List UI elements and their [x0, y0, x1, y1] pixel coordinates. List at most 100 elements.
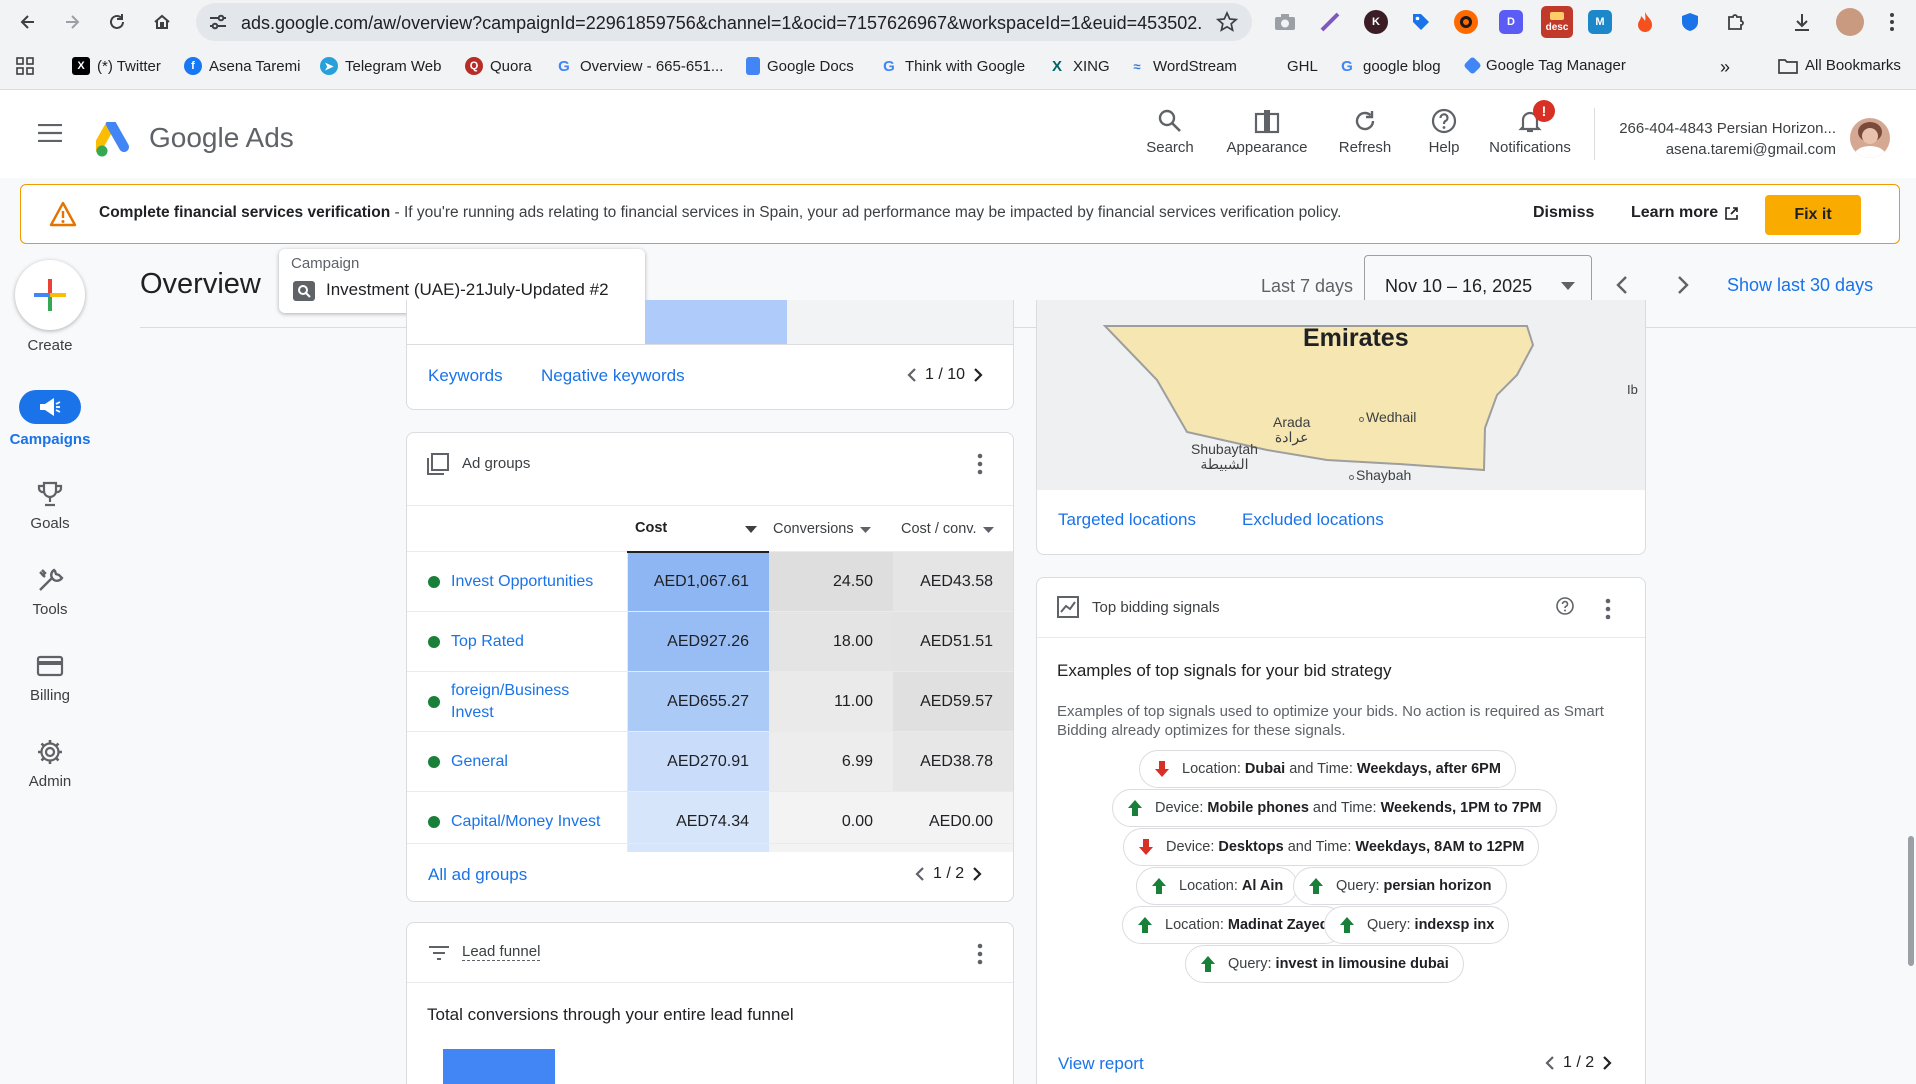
- bookmark-label: Overview - 665-651...: [580, 57, 724, 75]
- bookmark-overview[interactable]: G Overview - 665-651...: [555, 57, 723, 75]
- more-bookmarks-icon[interactable]: »: [1720, 57, 1730, 78]
- ad-group-name-link[interactable]: General: [451, 751, 601, 773]
- more-options-icon[interactable]: [1605, 598, 1611, 620]
- ad-group-name-link[interactable]: Top Rated: [451, 631, 601, 653]
- avatar[interactable]: [1850, 118, 1890, 158]
- nav-billing[interactable]: Billing: [0, 652, 100, 704]
- bidding-description: Examples of top signals used to optimize…: [1057, 703, 1604, 739]
- bookmark-think-with-google[interactable]: G Think with Google: [880, 57, 1025, 75]
- previous-period-icon[interactable]: [1612, 274, 1634, 296]
- bidding-signal-chip[interactable]: Location: Dubai and Time: Weekdays, afte…: [1139, 750, 1516, 788]
- help-icon[interactable]: [1555, 596, 1575, 616]
- ad-group-name-link[interactable]: Invest Opportunities: [451, 571, 601, 593]
- bookmark-telegram[interactable]: ➤ Telegram Web: [320, 57, 441, 75]
- learn-more-link[interactable]: Learn more: [1631, 204, 1739, 222]
- chevron-left-icon[interactable]: [907, 367, 917, 383]
- more-options-icon[interactable]: [977, 453, 983, 475]
- profile-avatar[interactable]: [1836, 8, 1864, 36]
- chevron-right-icon[interactable]: [972, 866, 982, 882]
- all-bookmarks[interactable]: All Bookmarks: [1778, 57, 1901, 74]
- fix-it-button[interactable]: Fix it: [1765, 195, 1861, 235]
- account-switcher[interactable]: 266-404-4843 Persian Horizon... asena.ta…: [1606, 120, 1836, 158]
- url-text[interactable]: ads.google.com/aw/overview?campaignId=22…: [241, 13, 1201, 34]
- back-icon[interactable]: [12, 6, 44, 38]
- bookmark-xing[interactable]: X XING: [1048, 57, 1110, 75]
- home-icon[interactable]: [146, 6, 178, 38]
- ad-group-name-link[interactable]: Capital/Money Invest: [451, 811, 601, 833]
- cost-column-header[interactable]: Cost: [627, 505, 769, 553]
- next-period-icon[interactable]: [1671, 274, 1693, 296]
- d-extension-icon[interactable]: D: [1499, 10, 1523, 34]
- chevron-right-icon[interactable]: [973, 367, 983, 383]
- bidding-signal-chip[interactable]: Query: persian horizon: [1293, 867, 1507, 905]
- chevron-left-icon[interactable]: [915, 866, 925, 882]
- bidding-signal-chip[interactable]: Query: invest in limousine dubai: [1185, 945, 1464, 983]
- create-button[interactable]: Create: [0, 260, 100, 354]
- targeted-locations-link[interactable]: Targeted locations: [1058, 510, 1196, 530]
- negative-keywords-link[interactable]: Negative keywords: [541, 366, 685, 386]
- appearance-button[interactable]: Appearance: [1222, 108, 1312, 156]
- hamburger-menu-icon[interactable]: [38, 124, 62, 142]
- bookmark-google-tag-manager[interactable]: Google Tag Manager: [1463, 56, 1626, 75]
- excluded-locations-link[interactable]: Excluded locations: [1242, 510, 1384, 530]
- bookmark-star-icon[interactable]: [1216, 11, 1238, 33]
- forward-icon[interactable]: [56, 6, 88, 38]
- tag-extension-icon[interactable]: [1409, 10, 1433, 34]
- search-button[interactable]: Search: [1140, 108, 1200, 156]
- bidding-signal-chip[interactable]: Device: Desktops and Time: Weekdays, 8AM…: [1123, 828, 1540, 866]
- bookmark-google-blog[interactable]: G google blog: [1338, 57, 1440, 75]
- bookmark-asena-taremi[interactable]: f Asena Taremi: [184, 57, 300, 75]
- nav-tools[interactable]: Tools: [0, 566, 100, 618]
- chevron-left-icon[interactable]: [1545, 1055, 1555, 1071]
- map-area[interactable]: Emirates Arada عرادة Wedhail Shubaytah ا…: [1037, 300, 1645, 490]
- lead-funnel-title[interactable]: Lead funnel: [462, 943, 541, 961]
- more-options-icon[interactable]: [977, 943, 983, 965]
- nav-campaigns[interactable]: Campaigns: [0, 390, 100, 448]
- reload-icon[interactable]: [101, 6, 133, 38]
- signal-value: Al Ain: [1241, 878, 1284, 894]
- cost-per-conv-column-header[interactable]: Cost / conv.: [893, 505, 1013, 552]
- browser-menu-icon[interactable]: [1880, 10, 1904, 34]
- page-scrollbar-thumb[interactable]: [1908, 836, 1914, 966]
- pen-extension-icon[interactable]: [1318, 10, 1342, 34]
- m-extension-icon[interactable]: M: [1588, 10, 1612, 34]
- bookmark-quora[interactable]: Q Quora: [465, 57, 532, 75]
- extensions-puzzle-icon[interactable]: [1724, 10, 1748, 34]
- refresh-button[interactable]: Refresh: [1334, 108, 1396, 156]
- apps-grid-icon[interactable]: [16, 57, 34, 75]
- ad-group-cell: General: [407, 731, 628, 792]
- all-ad-groups-link[interactable]: All ad groups: [428, 865, 527, 885]
- dismiss-button[interactable]: Dismiss: [1533, 204, 1594, 222]
- keywords-link[interactable]: Keywords: [428, 366, 503, 386]
- k-extension-icon[interactable]: K: [1364, 10, 1388, 34]
- bidding-signal-chip[interactable]: Device: Mobile phones and Time: Weekends…: [1112, 789, 1557, 827]
- show-last-30-link[interactable]: Show last 30 days: [1727, 275, 1873, 296]
- chevron-right-icon[interactable]: [1602, 1055, 1612, 1071]
- help-button[interactable]: Help: [1424, 108, 1464, 156]
- bidding-signal-chip[interactable]: Location: Al Ain: [1136, 867, 1299, 905]
- bookmark-google-docs[interactable]: Google Docs: [746, 57, 854, 75]
- ad-group-name-link[interactable]: foreign/Business Invest: [451, 680, 601, 724]
- semrush-extension-icon[interactable]: [1454, 10, 1478, 34]
- bookmark-twitter[interactable]: X (*) Twitter: [72, 57, 161, 75]
- bookmark-wordstream[interactable]: ≈ WordStream: [1128, 57, 1237, 75]
- shield-extension-icon[interactable]: [1678, 10, 1702, 34]
- funnel-bar: [443, 1049, 555, 1084]
- bidding-signal-chip[interactable]: Query: indexsp inx: [1324, 906, 1510, 944]
- notifications-button[interactable]: Notifications: [1482, 108, 1578, 156]
- download-icon[interactable]: [1790, 10, 1814, 34]
- google-ads-logo-icon[interactable]: [96, 122, 136, 158]
- conversions-column-header[interactable]: Conversions: [769, 505, 893, 552]
- site-settings-icon[interactable]: [208, 13, 228, 31]
- view-report-link[interactable]: View report: [1058, 1054, 1144, 1074]
- bidding-signal-chip[interactable]: Location: Madinat Zayed: [1122, 906, 1344, 944]
- flame-extension-icon[interactable]: [1633, 10, 1657, 34]
- desc-extension-icon[interactable]: desc: [1541, 6, 1573, 38]
- nav-admin[interactable]: Admin: [0, 738, 100, 790]
- camera-extension-icon[interactable]: [1273, 10, 1297, 34]
- nav-goals[interactable]: Goals: [0, 480, 100, 532]
- cost-cell: AED655.27: [627, 671, 769, 732]
- bookmark-ghl[interactable]: GHL: [1262, 57, 1318, 75]
- address-bar[interactable]: ads.google.com/aw/overview?campaignId=22…: [196, 3, 1252, 41]
- product-name[interactable]: Google Ads: [149, 122, 294, 154]
